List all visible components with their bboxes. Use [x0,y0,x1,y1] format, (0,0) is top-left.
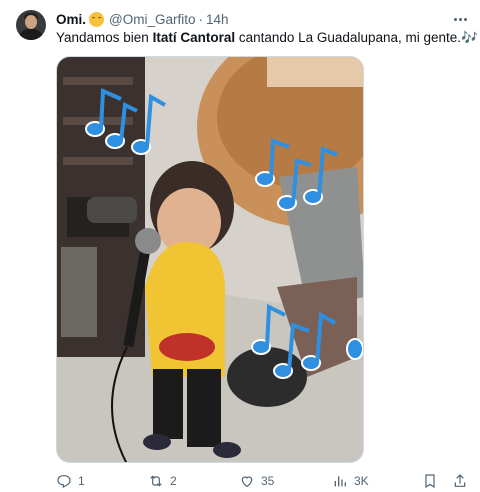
author-handle[interactable]: @Omi_Garfito [109,12,195,27]
video-frame [57,57,363,462]
share-icon [454,474,466,487]
tweet-text-after: cantando La Guadalupana, mi gente. [235,30,462,45]
timestamp[interactable]: 14h [206,12,229,27]
reply-count: 1 [78,474,85,488]
bookmark-button[interactable] [422,472,438,490]
more-options-icon[interactable] [450,10,470,28]
views-count: 3K [354,474,369,488]
repost-button[interactable]: 2 [148,472,177,490]
tweet-text: Yandamos bien Itatí Cantoral cantando La… [56,29,478,47]
repost-icon [150,475,162,487]
repost-count: 2 [170,474,177,488]
like-button[interactable]: 35 [239,472,274,490]
tweet: Omi. @Omi_Garfito · 14h Yandamos bien It… [0,0,480,492]
tweet-text-bold: Itatí Cantoral [152,30,236,45]
views-button[interactable]: 3K [332,472,369,490]
tweet-header: Omi. @Omi_Garfito · 14h [56,10,229,28]
views-icon [334,476,346,487]
musical-notes-icon: 🎶 [461,30,478,45]
author-name[interactable]: Omi. [56,12,86,27]
avatar[interactable] [16,10,46,40]
reply-icon [57,475,71,489]
like-count: 35 [261,474,275,488]
action-bar: 1 2 35 3K [56,472,470,490]
reply-button[interactable]: 1 [56,472,85,490]
like-icon [241,476,253,488]
bookmark-icon [425,474,435,489]
separator: · [198,11,204,27]
tweet-video[interactable] [56,56,364,463]
tweet-text-before: Yandamos bien [56,30,153,45]
share-button[interactable] [452,472,468,490]
relieved-face-icon [89,11,105,27]
